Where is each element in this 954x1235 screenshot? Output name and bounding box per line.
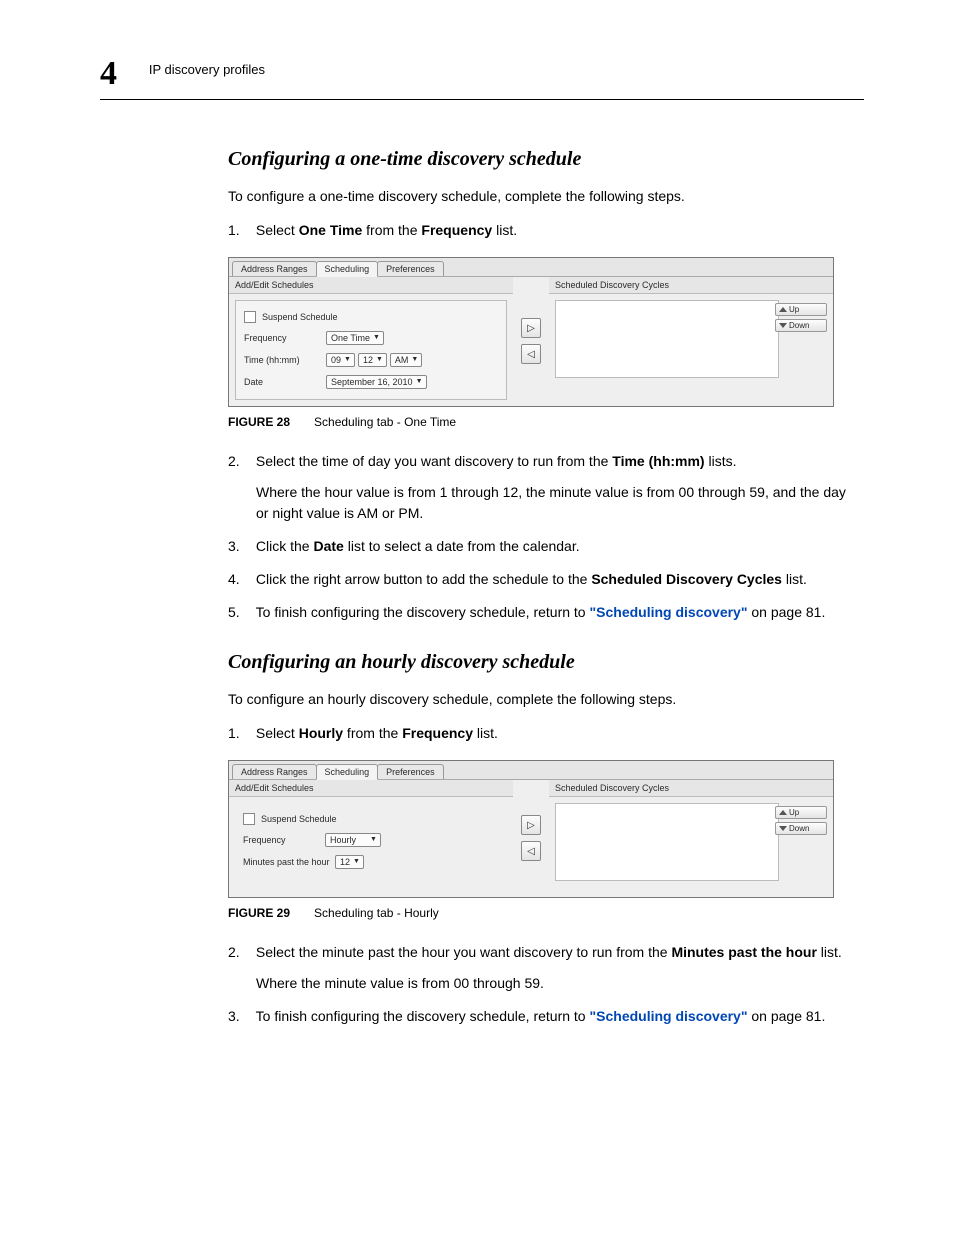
text: To finish configuring the discovery sche… xyxy=(256,604,590,620)
bold-text: Date xyxy=(313,538,343,554)
text: on page 81. xyxy=(748,1008,826,1024)
step-item: 2. Select the time of day you want disco… xyxy=(228,451,860,524)
header-rule xyxy=(100,99,864,100)
text: on page 81. xyxy=(748,604,826,620)
text: lists. xyxy=(705,453,737,469)
minutes-past-dropdown[interactable]: 12▼ xyxy=(335,855,364,869)
tab-address-ranges[interactable]: Address Ranges xyxy=(232,261,317,276)
remove-arrow-button[interactable]: ◁ xyxy=(521,841,541,861)
bold-text: Frequency xyxy=(402,725,473,741)
remove-arrow-button[interactable]: ◁ xyxy=(521,344,541,364)
caret-down-icon: ▼ xyxy=(416,378,423,385)
bold-text: Scheduled Discovery Cycles xyxy=(591,571,782,587)
panel-title-left: Add/Edit Schedules xyxy=(229,277,513,294)
step-item: 2. Select the minute past the hour you w… xyxy=(228,942,860,994)
step-item: 1. Select One Time from the Frequency li… xyxy=(228,220,860,241)
caret-down-icon: ▼ xyxy=(376,356,383,363)
text: Select the time of day you want discover… xyxy=(256,453,612,469)
move-down-button[interactable]: Down xyxy=(775,319,827,332)
step-item: 5. To finish configuring the discovery s… xyxy=(228,602,860,623)
scheduling-discovery-link[interactable]: "Scheduling discovery" xyxy=(590,1008,748,1024)
date-label: Date xyxy=(244,377,326,387)
text: Select the minute past the hour you want… xyxy=(256,944,672,960)
section-heading: Configuring an hourly discovery schedule xyxy=(228,651,860,674)
step-item: 4. Click the right arrow button to add t… xyxy=(228,569,860,590)
move-up-button[interactable]: Up xyxy=(775,303,827,316)
hour-dropdown[interactable]: 09▼ xyxy=(326,353,355,367)
panel-title-left: Add/Edit Schedules xyxy=(229,780,513,797)
add-arrow-button[interactable]: ▷ xyxy=(521,815,541,835)
caret-down-icon: ▼ xyxy=(370,836,377,843)
caret-down-icon: ▼ xyxy=(373,334,380,341)
suspend-label: Suspend Schedule xyxy=(261,814,337,824)
scheduling-discovery-link[interactable]: "Scheduling discovery" xyxy=(590,604,748,620)
bold-text: One Time xyxy=(299,222,363,238)
text: To finish configuring the discovery sche… xyxy=(256,1008,590,1024)
step-item: 3. To finish configuring the discovery s… xyxy=(228,1006,860,1027)
text: list to select a date from the calendar. xyxy=(344,538,580,554)
sub-paragraph: Where the hour value is from 1 through 1… xyxy=(256,482,860,524)
suspend-label: Suspend Schedule xyxy=(262,312,338,322)
move-down-button[interactable]: Down xyxy=(775,822,827,835)
caret-down-icon: ▼ xyxy=(353,858,360,865)
figure-screenshot: Address Ranges Scheduling Preferences Ad… xyxy=(228,760,834,898)
frequency-label: Frequency xyxy=(243,835,325,845)
minute-dropdown[interactable]: 12▼ xyxy=(358,353,387,367)
intro-paragraph: To configure a one-time discovery schedu… xyxy=(228,187,860,206)
minutes-past-label: Minutes past the hour xyxy=(243,857,335,867)
tab-scheduling[interactable]: Scheduling xyxy=(316,261,379,277)
tab-bar: Address Ranges Scheduling Preferences xyxy=(229,258,833,277)
text: Click the right arrow button to add the … xyxy=(256,571,591,587)
bold-text: Minutes past the hour xyxy=(671,944,816,960)
move-up-button[interactable]: Up xyxy=(775,806,827,819)
frequency-dropdown[interactable]: One Time▼ xyxy=(326,331,384,345)
text: from the xyxy=(362,222,421,238)
time-label: Time (hh:mm) xyxy=(244,355,326,365)
text: list. xyxy=(817,944,842,960)
tab-preferences[interactable]: Preferences xyxy=(377,764,444,779)
step-item: 3. Click the Date list to select a date … xyxy=(228,536,860,557)
text: list. xyxy=(492,222,517,238)
figure-caption: FIGURE 29Scheduling tab - Hourly xyxy=(228,906,860,920)
triangle-up-icon xyxy=(779,810,787,815)
text: Click the xyxy=(256,538,314,554)
chapter-number: 4 xyxy=(100,55,117,93)
tab-address-ranges[interactable]: Address Ranges xyxy=(232,764,317,779)
date-dropdown[interactable]: September 16, 2010▼ xyxy=(326,375,427,389)
frequency-dropdown[interactable]: Hourly▼ xyxy=(325,833,381,847)
frequency-label: Frequency xyxy=(244,333,326,343)
panel-title-right: Scheduled Discovery Cycles xyxy=(549,780,833,797)
header-section-name: IP discovery profiles xyxy=(149,62,265,77)
bold-text: Time (hh:mm) xyxy=(612,453,704,469)
suspend-checkbox[interactable] xyxy=(244,311,256,323)
triangle-down-icon xyxy=(779,826,787,831)
caret-down-icon: ▼ xyxy=(411,356,418,363)
figure-caption: FIGURE 28Scheduling tab - One Time xyxy=(228,415,860,429)
tab-scheduling[interactable]: Scheduling xyxy=(316,764,379,780)
text: Select xyxy=(256,222,299,238)
cycles-list[interactable] xyxy=(555,803,779,881)
text: from the xyxy=(343,725,402,741)
cycles-list[interactable] xyxy=(555,300,779,378)
text: list. xyxy=(473,725,498,741)
sub-paragraph: Where the minute value is from 00 throug… xyxy=(256,973,860,994)
text: Select xyxy=(256,725,299,741)
step-item: 1. Select Hourly from the Frequency list… xyxy=(228,723,860,744)
ampm-dropdown[interactable]: AM▼ xyxy=(390,353,422,367)
figure-screenshot: Address Ranges Scheduling Preferences Ad… xyxy=(228,257,834,407)
caret-down-icon: ▼ xyxy=(344,356,351,363)
text: list. xyxy=(782,571,807,587)
tab-preferences[interactable]: Preferences xyxy=(377,261,444,276)
tab-bar: Address Ranges Scheduling Preferences xyxy=(229,761,833,780)
panel-title-right: Scheduled Discovery Cycles xyxy=(549,277,833,294)
add-arrow-button[interactable]: ▷ xyxy=(521,318,541,338)
triangle-down-icon xyxy=(779,323,787,328)
triangle-up-icon xyxy=(779,307,787,312)
page-header: 4 IP discovery profiles xyxy=(100,55,864,93)
section-heading: Configuring a one-time discovery schedul… xyxy=(228,148,860,171)
bold-text: Frequency xyxy=(421,222,492,238)
bold-text: Hourly xyxy=(299,725,343,741)
suspend-checkbox[interactable] xyxy=(243,813,255,825)
intro-paragraph: To configure an hourly discovery schedul… xyxy=(228,690,860,709)
